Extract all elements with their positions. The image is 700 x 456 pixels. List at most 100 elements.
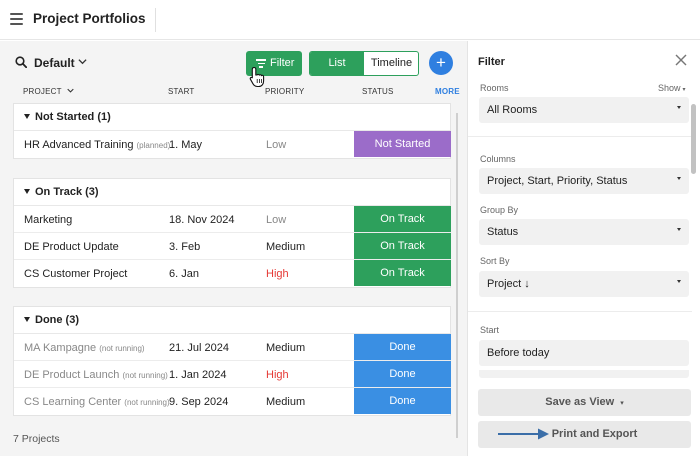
group-title: Not Started (1): [35, 111, 111, 123]
collapse-triangle-icon: [24, 189, 30, 194]
column-header-priority[interactable]: PRIORITY: [265, 87, 304, 96]
project-name: Marketing: [24, 214, 73, 226]
table-row[interactable]: DE Product Launch (not running) 1. Jan 2…: [14, 361, 451, 388]
rooms-show-label: Show: [658, 83, 681, 93]
group-header[interactable]: Not Started (1): [14, 104, 450, 131]
save-as-view-label: Save as View: [545, 396, 615, 408]
sort-by-select[interactable]: Project ↓: [479, 271, 689, 297]
project-note: (planned): [136, 141, 171, 150]
status-badge[interactable]: Done: [354, 334, 451, 360]
chevron-down-icon[interactable]: [78, 57, 87, 66]
start-cell: 1. Jan 2024: [169, 369, 227, 381]
start-cell: 3. Feb: [169, 241, 201, 253]
group-header[interactable]: Done (3): [14, 307, 450, 334]
divider: [468, 136, 692, 137]
start-cell: 21. Jul 2024: [169, 342, 229, 354]
priority-cell: Low: [266, 139, 287, 151]
collapse-triangle-icon: [24, 317, 30, 322]
start-field-continued: [479, 370, 689, 378]
group-not-started: Not Started (1) HR Advanced Training (pl…: [13, 103, 451, 159]
page-title: Project Portfolios: [33, 11, 146, 26]
more-columns-link[interactable]: MORE: [435, 87, 460, 96]
caret-down-icon: [677, 228, 681, 231]
columns-select-value: Project, Start, Priority, Status: [487, 175, 628, 187]
column-header-project[interactable]: PROJECT: [23, 87, 74, 96]
column-header-project-label: PROJECT: [23, 87, 62, 96]
top-bar: Project Portfolios: [0, 0, 700, 40]
project-note: (not running): [122, 371, 168, 380]
status-badge[interactable]: On Track: [354, 233, 451, 259]
caret-down-icon: [677, 177, 681, 180]
start-cell: 9. Sep 2024: [169, 396, 229, 408]
close-icon[interactable]: [675, 54, 687, 66]
column-header-start[interactable]: START: [168, 87, 194, 96]
project-name-cell: CS Customer Project: [24, 268, 127, 280]
start-select[interactable]: Before today: [479, 340, 689, 366]
filter-button-label: Filter: [270, 57, 295, 69]
columns-select[interactable]: Project, Start, Priority, Status: [479, 168, 689, 194]
priority-cell: High: [266, 268, 289, 280]
columns-label: Columns: [480, 154, 516, 164]
priority-cell: Medium: [266, 396, 306, 408]
project-name-cell: Marketing: [24, 214, 72, 226]
view-mode-toggle: List Timeline: [309, 51, 419, 76]
priority-cell: Low: [266, 214, 287, 226]
project-name: CS Learning Center: [24, 396, 122, 408]
list-scrollbar[interactable]: [456, 113, 458, 438]
table-row[interactable]: HR Advanced Training (planned) 1. May Lo…: [14, 131, 451, 158]
project-note: (not running): [99, 344, 145, 353]
start-cell: 18. Nov 2024: [169, 214, 235, 226]
table-row[interactable]: CS Learning Center (not running) 9. Sep …: [14, 388, 451, 415]
add-project-button[interactable]: +: [429, 51, 453, 75]
column-header-status[interactable]: STATUS: [362, 87, 394, 96]
view-selector[interactable]: Default: [34, 56, 75, 70]
rooms-label: Rooms: [480, 83, 509, 93]
group-header[interactable]: On Track (3): [14, 179, 450, 206]
table-row[interactable]: MA Kampagne (not running) 21. Jul 2024 M…: [14, 334, 451, 361]
status-badge[interactable]: Done: [354, 388, 451, 414]
sort-by-select-value: Project ↓: [487, 278, 530, 290]
caret-down-icon: [677, 106, 681, 109]
arrow-right-icon: [498, 428, 549, 440]
caret-down-icon: [677, 280, 681, 283]
table-row[interactable]: DE Product Update 3. Feb Medium On Track: [14, 233, 451, 260]
hamburger-menu-icon[interactable]: [10, 13, 23, 25]
project-name-cell: DE Product Launch (not running): [24, 369, 168, 381]
start-cell: 6. Jan: [169, 268, 199, 280]
search-icon[interactable]: [15, 56, 27, 68]
rooms-select[interactable]: All Rooms: [479, 97, 689, 123]
project-name: DE Product Launch: [24, 369, 120, 381]
group-by-select-value: Status: [487, 226, 519, 238]
priority-cell: High: [266, 369, 289, 381]
chevron-down-icon: [67, 88, 74, 93]
chevron-down-icon: ▾: [620, 400, 624, 407]
status-badge[interactable]: On Track: [354, 206, 451, 232]
save-as-view-button[interactable]: Save as View ▾: [478, 389, 691, 416]
divider: [155, 8, 156, 32]
start-label: Start: [480, 325, 500, 335]
project-count: 7 Projects: [13, 433, 60, 445]
priority-cell: Medium: [266, 241, 306, 253]
group-by-select[interactable]: Status: [479, 219, 689, 245]
priority-cell: Medium: [266, 342, 306, 354]
list-view-button[interactable]: List: [310, 52, 364, 75]
group-title: Done (3): [35, 314, 79, 326]
collapse-triangle-icon: [24, 114, 30, 119]
print-and-export-button[interactable]: Print and Export: [478, 421, 691, 448]
chevron-down-icon: ▾: [682, 87, 686, 93]
timeline-view-button[interactable]: Timeline: [364, 52, 418, 75]
sort-by-label: Sort By: [480, 256, 510, 266]
status-badge[interactable]: On Track: [354, 260, 451, 286]
rooms-show-toggle[interactable]: Show ▾: [658, 83, 686, 93]
panel-scrollbar[interactable]: [691, 104, 696, 174]
print-and-export-label: Print and Export: [551, 428, 638, 440]
project-list-area: Default Filter List Timeline + PROJECT S…: [0, 41, 467, 456]
divider: [468, 311, 692, 312]
status-badge[interactable]: Done: [354, 361, 451, 387]
group-by-label: Group By: [480, 205, 519, 215]
table-row[interactable]: Marketing 18. Nov 2024 Low On Track: [14, 206, 451, 233]
status-badge[interactable]: Not Started: [354, 131, 451, 157]
table-row[interactable]: CS Customer Project 6. Jan High On Track: [14, 260, 451, 287]
group-title: On Track (3): [35, 186, 99, 198]
project-name: MA Kampagne: [24, 342, 97, 354]
